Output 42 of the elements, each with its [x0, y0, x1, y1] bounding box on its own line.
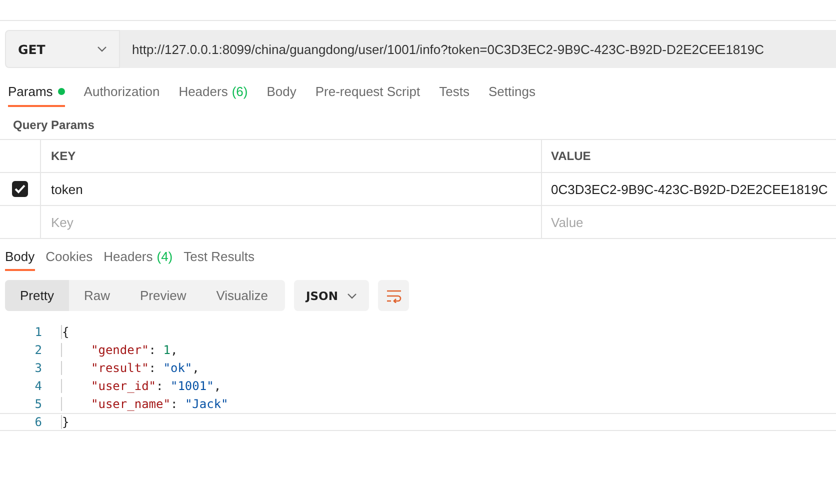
- wrap-lines-icon: [386, 288, 402, 302]
- section-title: Query Params: [12, 117, 96, 134]
- line-number: 5: [34, 397, 43, 411]
- method-dropdown[interactable]: GET: [5, 30, 120, 68]
- code-line: "user_id": "1001",: [61, 379, 222, 393]
- key-input[interactable]: Key: [51, 214, 251, 230]
- code-line: "result": "ok",: [61, 361, 200, 375]
- line-number: 4: [34, 379, 43, 393]
- request-tab[interactable]: Headers (6): [178, 82, 248, 107]
- line-number: 2: [34, 343, 43, 357]
- chevron-down-icon: [347, 292, 357, 298]
- wrap-lines-button[interactable]: [378, 280, 409, 311]
- format-dropdown[interactable]: JSON: [294, 280, 369, 311]
- response-tab[interactable]: Test Results: [184, 249, 254, 271]
- request-tab[interactable]: Authorization: [84, 82, 160, 107]
- request-tab[interactable]: Settings: [488, 82, 536, 107]
- column-header: KEY: [41, 140, 542, 172]
- response-tab[interactable]: Cookies: [46, 249, 93, 271]
- value-input[interactable]: Value: [551, 214, 751, 230]
- request-tab[interactable]: Params: [8, 82, 65, 107]
- column-header: VALUE: [550, 148, 592, 165]
- chevron-down-icon: [97, 46, 107, 52]
- url-field[interactable]: http://127.0.0.1:8099/china/guangdong/user/1001/info?token=0C3D3EC2-9B9C-423C-B92D-D2E2CEE1819C: [120, 30, 836, 68]
- line-number: 3: [34, 361, 43, 375]
- response-tab[interactable]: Body: [5, 249, 35, 271]
- request-tab[interactable]: Pre-request Script: [315, 82, 420, 107]
- code-line: {: [61, 325, 70, 339]
- line-number: 1: [34, 325, 43, 339]
- view-mode-tab[interactable]: Pretty: [5, 280, 69, 311]
- request-tab[interactable]: Body: [266, 82, 296, 107]
- view-mode-tab[interactable]: Preview: [124, 280, 202, 311]
- request-tab[interactable]: Tests: [439, 82, 470, 107]
- checkbox[interactable]: [12, 181, 28, 197]
- view-mode-tab[interactable]: Visualize: [201, 280, 284, 311]
- line-number: 6: [34, 415, 43, 429]
- table-cell: token: [51, 182, 83, 196]
- code-line: "gender": 1,: [61, 343, 178, 357]
- view-mode-tab[interactable]: Raw: [68, 280, 125, 311]
- response-tab[interactable]: Headers (4): [104, 249, 173, 271]
- table-cell: 0C3D3EC2-9B9C-423C-B92D-D2E2CEE1819C: [551, 182, 828, 196]
- code-line: "user_name": "Jack": [61, 397, 228, 411]
- code-line: }: [61, 415, 70, 429]
